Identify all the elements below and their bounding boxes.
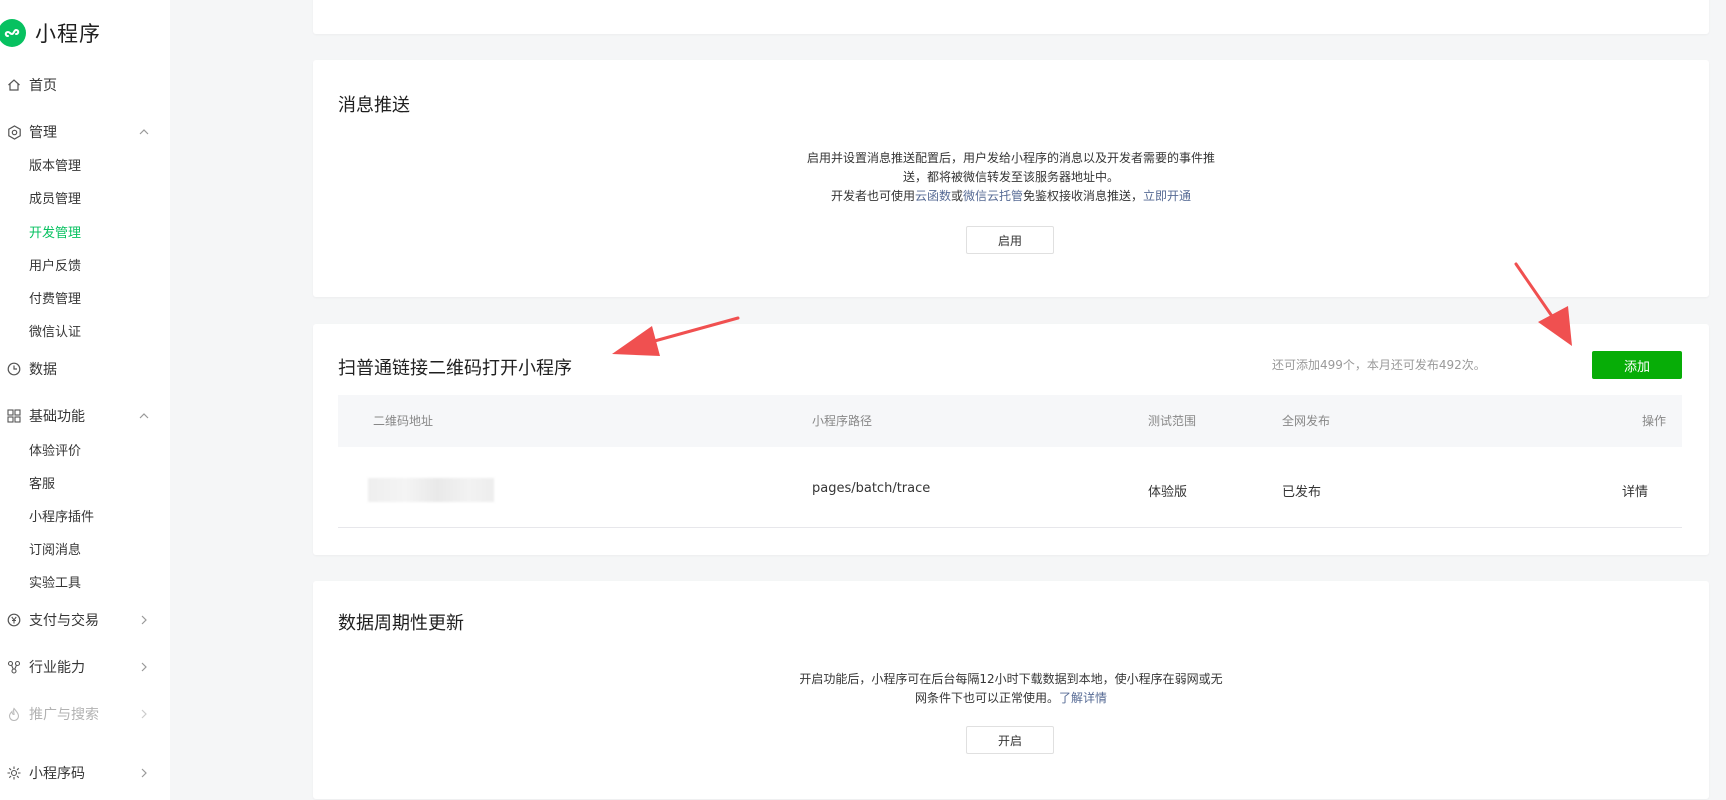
turn-on-button[interactable]: 开启 (966, 726, 1054, 754)
nav-version-manage[interactable]: 版本管理 (29, 157, 81, 177)
sidebar: 小程序 首页 管理 版本管理 成员管理 开发管理 用户反馈 付费管理 微信认证 … (0, 0, 170, 800)
nav-pay-label: 支付与交易 (29, 613, 99, 629)
row-scope: 体验版 (1148, 485, 1188, 500)
previous-section-card (313, 0, 1709, 34)
desc-text: 或 (950, 189, 963, 203)
nav-promote-search[interactable]: 推广与搜索 (0, 701, 160, 727)
grid-icon (6, 408, 22, 424)
desc-text: 网条件下也可以正常使用。 (914, 691, 1059, 705)
chevron-up-icon (139, 413, 149, 419)
qr-link-title: 扫普通链接二维码打开小程序 (338, 358, 572, 379)
periodic-update-card: 数据周期性更新 开启功能后，小程序可在后台每隔12小时下载数据到本地，使小程序在… (313, 581, 1709, 799)
table-header: 二维码地址 小程序路径 测试范围 全网发布 操作 (338, 395, 1682, 447)
col-action: 操作 (1642, 414, 1667, 428)
row-publish-status: 已发布 (1282, 485, 1322, 500)
nav-customer-service[interactable]: 客服 (29, 475, 55, 495)
cloud-hosting-link[interactable]: 微信云托管 (963, 189, 1023, 203)
chevron-up-icon (139, 129, 149, 135)
message-push-description: 启用并设置消息推送配置后，用户发给小程序的消息以及开发者需要的事件推 送，都将被… (313, 149, 1709, 206)
miniprogram-logo-icon (0, 19, 26, 47)
col-mp-path: 小程序路径 (812, 414, 873, 428)
qr-address-redacted (368, 478, 494, 502)
nav-subscribe-message[interactable]: 订阅消息 (29, 541, 81, 561)
chevron-right-icon (141, 662, 147, 672)
nav-home[interactable]: 首页 (0, 72, 160, 98)
chevron-right-icon (141, 768, 147, 778)
col-test-scope: 测试范围 (1148, 414, 1197, 428)
chevron-right-icon (141, 615, 147, 625)
chevron-right-icon (141, 709, 147, 719)
nav-lab-tools[interactable]: 实验工具 (29, 574, 81, 594)
quota-text: 还可添加499个，本月还可发布492次。 (1272, 358, 1486, 372)
nav-basic-label: 基础功能 (29, 409, 85, 425)
flame-icon (6, 706, 22, 722)
row-detail-link[interactable]: 详情 (1622, 481, 1648, 500)
desc-text: 开发者也可使用 (830, 189, 915, 203)
nav-wechat-verify[interactable]: 微信认证 (29, 323, 81, 343)
col-qr-address: 二维码地址 (373, 414, 434, 428)
yen-icon (6, 612, 22, 628)
app-title: 小程序 (35, 22, 101, 46)
nav-manage[interactable]: 管理 (0, 119, 160, 145)
desc-text: 免鉴权接收消息推送， (1023, 189, 1144, 203)
nav-industry-label: 行业能力 (29, 660, 85, 676)
row-path: pages/batch/trace (812, 481, 931, 496)
home-icon (6, 77, 22, 93)
nodes-icon (6, 659, 22, 675)
row-divider (338, 527, 1682, 528)
nav-qrcode[interactable]: 小程序码 (0, 760, 160, 786)
add-button[interactable]: 添加 (1592, 351, 1682, 379)
nav-promote-label: 推广与搜索 (29, 707, 99, 723)
nav-qrcode-label: 小程序码 (29, 766, 85, 782)
periodic-update-description: 开启功能后，小程序可在后台每隔12小时下载数据到本地，使小程序在弱网或无 网条件… (313, 670, 1709, 708)
nav-pay-trade[interactable]: 支付与交易 (0, 607, 160, 633)
nav-home-label: 首页 (29, 78, 57, 94)
nav-data-label: 数据 (29, 362, 57, 378)
col-publish: 全网发布 (1282, 414, 1331, 428)
nav-experience-review[interactable]: 体验评价 (29, 442, 81, 462)
nav-payment-manage[interactable]: 付费管理 (29, 290, 81, 310)
app-logo[interactable]: 小程序 (0, 18, 101, 48)
nav-dev-manage[interactable]: 开发管理 (29, 224, 81, 244)
periodic-update-title: 数据周期性更新 (338, 613, 464, 634)
message-push-desc-line2: 送，都将被微信转发至该服务器地址中。 (902, 170, 1119, 184)
qr-link-card: 扫普通链接二维码打开小程序 还可添加499个，本月还可发布492次。 添加 二维… (313, 324, 1709, 555)
nav-plugins[interactable]: 小程序插件 (29, 508, 94, 528)
learn-more-link[interactable]: 了解详情 (1059, 691, 1107, 705)
sun-icon (6, 765, 22, 781)
periodic-desc-line2: 网条件下也可以正常使用。了解详情 (313, 689, 1709, 708)
message-push-desc-line1: 启用并设置消息推送配置后，用户发给小程序的消息以及开发者需要的事件推 (806, 151, 1215, 165)
nav-industry[interactable]: 行业能力 (0, 654, 160, 680)
message-push-title: 消息推送 (338, 95, 410, 116)
clock-icon (6, 361, 22, 377)
message-push-desc-line3: 开发者也可使用云函数或微信云托管免鉴权接收消息推送，立即开通 (313, 187, 1709, 206)
nav-basic-features[interactable]: 基础功能 (0, 403, 160, 429)
nav-member-manage[interactable]: 成员管理 (29, 190, 81, 210)
nav-user-feedback[interactable]: 用户反馈 (29, 257, 81, 277)
cloud-function-link[interactable]: 云函数 (915, 189, 951, 203)
gear-icon (6, 124, 22, 140)
periodic-desc-line1: 开启功能后，小程序可在后台每隔12小时下载数据到本地，使小程序在弱网或无 (799, 672, 1223, 686)
nav-manage-label: 管理 (29, 125, 57, 141)
open-now-link[interactable]: 立即开通 (1143, 189, 1191, 203)
enable-button[interactable]: 启用 (966, 226, 1054, 254)
nav-data[interactable]: 数据 (0, 356, 160, 382)
message-push-card: 消息推送 启用并设置消息推送配置后，用户发给小程序的消息以及开发者需要的事件推 … (313, 60, 1709, 297)
